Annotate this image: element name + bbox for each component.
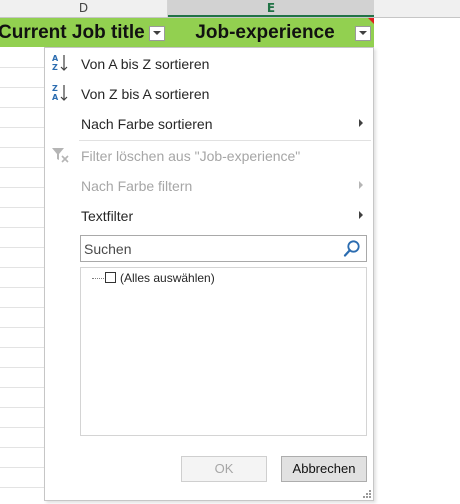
column-header-bar: D E: [0, 0, 460, 18]
row-gridline: [0, 487, 44, 488]
svg-text:A: A: [52, 93, 59, 102]
header-cell-job-experience[interactable]: Job-experience: [168, 18, 374, 47]
row-gridline: [0, 407, 44, 408]
row-gridline: [0, 227, 44, 228]
menu-item-label: Nach Farbe filtern: [81, 178, 193, 194]
autofilter-menu: A Z Von A bis Z sortieren Z A Von Z bis …: [44, 47, 374, 501]
menu-item-label: Textfilter: [81, 208, 134, 224]
comment-indicator: [368, 18, 374, 24]
filter-dropdown-button-e[interactable]: [355, 26, 371, 41]
menu-item-label: Von A bis Z sortieren: [81, 56, 210, 72]
row-gridline: [0, 387, 44, 388]
row-gridline: [0, 347, 44, 348]
cancel-button[interactable]: Abbrechen: [281, 456, 367, 482]
menu-item-text-filter[interactable]: Textfilter: [45, 201, 373, 229]
row-gridline: [0, 287, 44, 288]
menu-item-label: Von Z bis A sortieren: [81, 86, 210, 102]
row-gridline: [0, 447, 44, 448]
row-gridline: [0, 327, 44, 328]
row-gridline: [0, 107, 44, 108]
chevron-down-icon: [153, 31, 161, 35]
row-gridline: [0, 467, 44, 468]
select-all-label: (Alles auswählen): [120, 271, 215, 285]
menu-item-sort-by-color[interactable]: Nach Farbe sortieren: [45, 109, 373, 137]
table-header-row: Current Job title Job-experience: [0, 18, 374, 47]
search-box: [80, 235, 367, 262]
submenu-arrow-icon: [359, 211, 363, 219]
row-gridline: [0, 167, 44, 168]
submenu-arrow-icon: [359, 119, 363, 127]
menu-item-clear-filter[interactable]: Filter löschen aus "Job-experience": [45, 141, 373, 169]
search-icon[interactable]: [342, 239, 362, 259]
filter-values-list[interactable]: (Alles auswählen): [80, 267, 367, 436]
header-cell-current-job-title[interactable]: Current Job title: [0, 18, 167, 47]
row-gridline: [0, 67, 44, 68]
svg-text:A: A: [52, 54, 59, 63]
row-gridline: [0, 127, 44, 128]
menu-item-filter-by-color[interactable]: Nach Farbe filtern: [45, 171, 373, 199]
column-header-e[interactable]: E: [168, 0, 374, 17]
row-gridline: [0, 147, 44, 148]
clear-filter-icon: [52, 148, 69, 163]
row-gridline: [0, 187, 44, 188]
row-gridline: [0, 247, 44, 248]
ok-button[interactable]: OK: [181, 456, 267, 482]
svg-text:Z: Z: [52, 84, 58, 93]
search-input[interactable]: [81, 236, 336, 261]
menu-item-sort-z-to-a[interactable]: Z A Von Z bis A sortieren: [45, 79, 373, 107]
tree-connector: [92, 278, 104, 279]
menu-item-label: Nach Farbe sortieren: [81, 116, 213, 132]
row-gridline: [0, 427, 44, 428]
row-gridline: [0, 207, 44, 208]
resize-grip[interactable]: [363, 490, 371, 498]
filter-dropdown-button-d[interactable]: [149, 26, 165, 41]
row-gridline: [0, 87, 44, 88]
sort-ascending-icon: A Z: [52, 54, 68, 72]
row-gridline: [0, 267, 44, 268]
sort-descending-icon: Z A: [52, 84, 68, 102]
column-header-d[interactable]: D: [0, 0, 168, 17]
select-all-checkbox[interactable]: [105, 272, 116, 283]
svg-text:Z: Z: [52, 63, 58, 72]
menu-item-sort-a-to-z[interactable]: A Z Von A bis Z sortieren: [45, 49, 373, 77]
row-gridline: [0, 367, 44, 368]
menu-item-label: Filter löschen aus "Job-experience": [81, 148, 301, 164]
list-item-select-all[interactable]: (Alles auswählen): [81, 268, 366, 288]
submenu-arrow-icon: [359, 181, 363, 189]
chevron-down-icon: [359, 31, 367, 35]
row-gridline: [0, 307, 44, 308]
